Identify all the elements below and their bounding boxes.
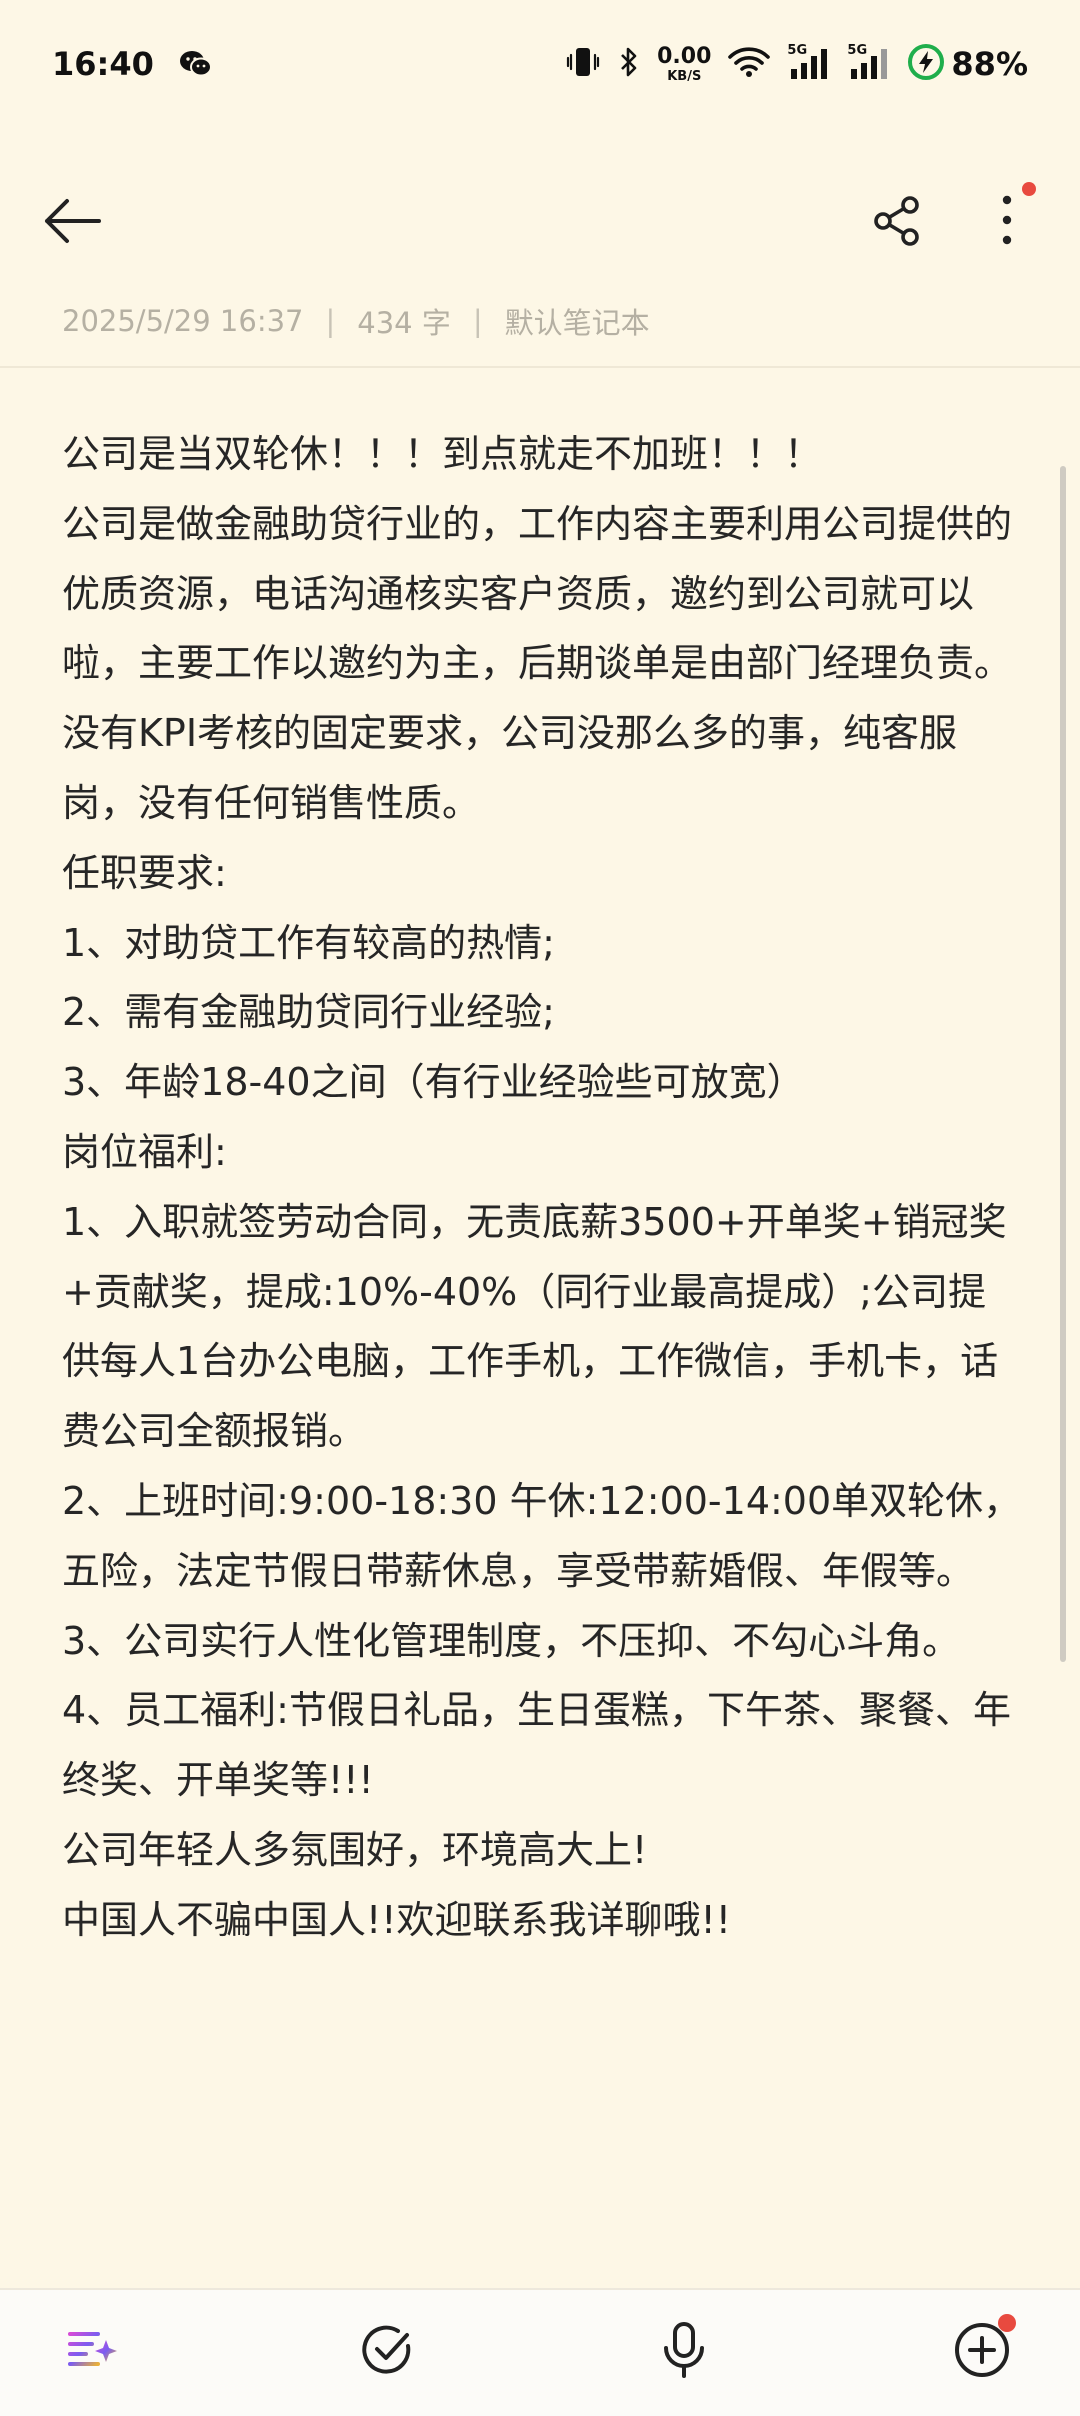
back-button[interactable] — [38, 186, 108, 256]
more-notification-dot — [1022, 182, 1036, 196]
note-line[interactable]: 公司是当双轮休！！！到点就走不加班！！！ — [62, 420, 1022, 490]
note-word-count: 434 字 — [357, 306, 451, 340]
note-meta: 2025/5/29 16:37 | 434 字 | 默认笔记本 — [62, 300, 650, 342]
network-speed: 0.00 KB/S — [657, 43, 712, 84]
microphone-icon — [664, 2322, 704, 2378]
voice-input-button[interactable] — [644, 2310, 724, 2390]
checkmark-circle-icon — [362, 2325, 411, 2374]
more-vertical-icon — [1002, 195, 1012, 245]
network-speed-value: 0.00 — [657, 43, 712, 69]
back-arrow-icon — [45, 199, 101, 243]
cellular-signal-1: 5G — [787, 43, 831, 81]
note-line[interactable]: 2、需有金融助贷同行业经验; — [62, 978, 1022, 1048]
scrollbar[interactable] — [1060, 466, 1066, 1662]
note-toolbar — [0, 160, 1080, 270]
note-line[interactable]: 中国人不骗中国人!!欢迎联系我详聊哦!! — [62, 1886, 1022, 1956]
add-button[interactable] — [942, 2310, 1022, 2390]
meta-separator: | — [325, 304, 336, 338]
note-line[interactable]: 公司是做金融助贷行业的，工作内容主要利用公司提供的优质资源，电话沟通核实客户资质… — [62, 490, 1022, 839]
note-line[interactable]: 2、上班时间:9:00-18:30 午休:12:00-14:00单双轮休，五险，… — [62, 1467, 1022, 1607]
note-line[interactable]: 4、员工福利:节假日礼品，生日蛋糕，下午茶、聚餐、年终奖、开单奖等!!! — [62, 1676, 1022, 1816]
battery-indicator: 88% — [907, 43, 1028, 85]
share-button[interactable] — [862, 186, 932, 256]
note-line[interactable]: 3、年龄18-40之间（有行业经验些可放宽） — [62, 1048, 1022, 1118]
bluetooth-icon — [617, 44, 641, 84]
signal-2-tag: 5G — [847, 43, 868, 58]
battery-charging-icon — [907, 43, 945, 85]
wechat-notification-icon — [178, 48, 214, 80]
share-icon — [874, 196, 919, 246]
note-line[interactable]: 1、入职就签劳动合同，无责底薪3500+开单奖+销冠奖+贡献奖，提成:10%-4… — [62, 1188, 1022, 1467]
add-notification-dot — [998, 2314, 1016, 2332]
battery-percentage: 88% — [951, 45, 1028, 83]
status-time: 16:40 — [52, 45, 154, 83]
checklist-button[interactable] — [348, 2310, 428, 2390]
status-bar: 16:40 0.00 KB/S 5G 5G 88% — [0, 0, 1080, 128]
note-line[interactable]: 任职要求: — [62, 839, 1022, 909]
meta-separator: | — [472, 304, 483, 338]
wifi-icon — [727, 44, 771, 84]
more-options-button[interactable] — [972, 180, 1042, 260]
note-line[interactable]: 公司年轻人多氛围好，环境高大上! — [62, 1816, 1022, 1886]
cellular-signal-2: 5G — [847, 43, 891, 81]
bottom-toolbar — [0, 2288, 1080, 2416]
signal-1-tag: 5G — [787, 43, 808, 58]
network-speed-unit: KB/S — [667, 68, 702, 84]
note-body[interactable]: 公司是当双轮休！！！到点就走不加班！！！ 公司是做金融助贷行业的，工作内容主要利… — [62, 420, 1022, 1956]
status-indicators: 0.00 KB/S 5G 5G 88% — [565, 43, 1028, 85]
note-date: 2025/5/29 16:37 — [62, 304, 304, 338]
note-line[interactable]: 3、公司实行人性化管理制度，不压抑、不勾心斗角。 — [62, 1607, 1022, 1677]
meta-divider — [0, 366, 1080, 368]
vibrate-icon — [565, 44, 601, 84]
note-line[interactable]: 1、对助贷工作有较高的热情; — [62, 909, 1022, 979]
text-format-icon — [68, 2332, 117, 2366]
note-notebook[interactable]: 默认笔记本 — [505, 300, 650, 342]
text-format-button[interactable] — [52, 2310, 132, 2390]
note-line[interactable]: 岗位福利: — [62, 1118, 1022, 1188]
